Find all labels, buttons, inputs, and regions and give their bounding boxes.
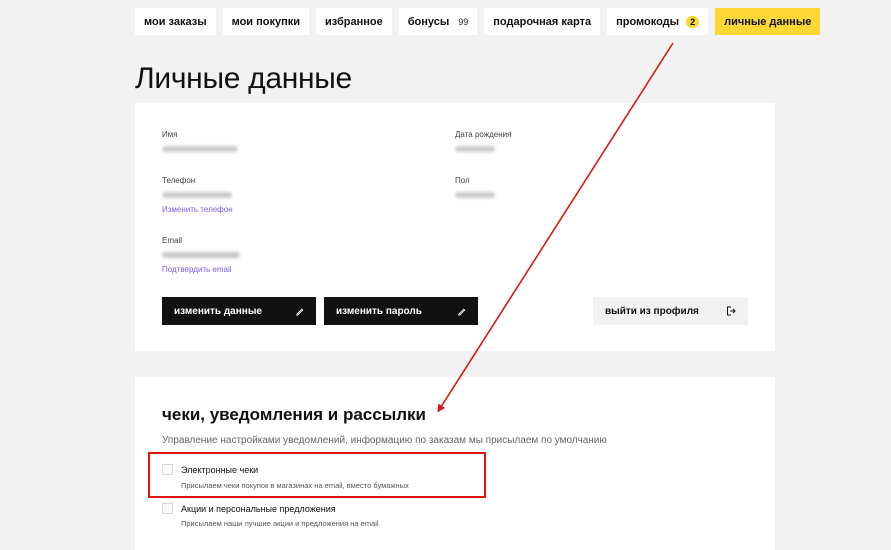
tab-label: личные данные: [724, 15, 812, 28]
tab-favorites[interactable]: избранное: [316, 8, 392, 35]
bonus-count: 99: [458, 16, 469, 27]
notifications-card: чеки, уведомления и рассылки Управление …: [135, 377, 775, 550]
edit-data-label: изменить данные: [174, 305, 262, 317]
e-receipts-desc: Присылаем чеки покупок в магазинах на em…: [181, 481, 409, 490]
tab-label: подарочная карта: [493, 15, 592, 28]
edit-data-button[interactable]: изменить данные: [162, 297, 316, 325]
email-value-blurred: [162, 252, 240, 258]
personal-data-card: Имя Дата рождения Телефон Изменить телеф…: [135, 103, 775, 351]
tab-label: бонусы: [407, 15, 450, 28]
logout-button[interactable]: выйти из профиля: [593, 297, 748, 325]
confirm-email-link[interactable]: Подтвердить email: [162, 265, 232, 274]
e-receipts-title: Электронные чеки: [181, 465, 259, 475]
tab-my-purchases[interactable]: мои покупки: [222, 8, 310, 35]
promotions-checkbox[interactable]: [162, 503, 173, 514]
tab-label: избранное: [325, 15, 383, 28]
tab-gift-card[interactable]: подарочная карта: [484, 8, 601, 35]
promotions-desc: Присылаем наши лучшие акции и предложени…: [181, 519, 379, 528]
pencil-icon: [296, 308, 304, 316]
email-label: Email: [162, 236, 183, 245]
phone-value-blurred: [162, 192, 232, 198]
tab-bonuses[interactable]: бонусы 99: [398, 8, 478, 35]
birthdate-label: Дата рождения: [455, 130, 512, 139]
birthdate-value-blurred: [455, 146, 495, 152]
e-receipts-checkbox[interactable]: [162, 464, 173, 475]
gender-value-blurred: [455, 192, 495, 198]
notifications-title: чеки, уведомления и рассылки: [162, 405, 426, 424]
logout-label: выйти из профиля: [605, 305, 699, 317]
pencil-icon: [458, 308, 466, 316]
profile-tabs: мои заказы мои покупки избранное бонусы …: [135, 8, 821, 35]
gender-label: Пол: [455, 176, 470, 185]
change-password-label: изменить пароль: [336, 305, 422, 317]
name-label: Имя: [162, 130, 178, 139]
change-password-button[interactable]: изменить пароль: [324, 297, 478, 325]
tab-my-orders[interactable]: мои заказы: [135, 8, 216, 35]
phone-label: Телефон: [162, 176, 196, 185]
name-value-blurred: [162, 146, 238, 152]
tab-personal-data[interactable]: личные данные: [715, 8, 821, 35]
change-phone-link[interactable]: Изменить телефон: [162, 205, 233, 214]
tab-label: мои заказы: [144, 15, 207, 28]
tab-label: мои покупки: [231, 15, 301, 28]
page-title: Личные данные: [135, 62, 352, 95]
tab-label: промокоды: [616, 15, 680, 28]
logout-icon: [727, 306, 736, 316]
promotions-title: Акции и персональные предложения: [181, 504, 336, 514]
promocodes-badge: 2: [686, 15, 700, 28]
notifications-subtitle: Управление настройками уведомлений, инфо…: [162, 435, 607, 446]
tab-promocodes[interactable]: промокоды 2: [607, 8, 709, 35]
